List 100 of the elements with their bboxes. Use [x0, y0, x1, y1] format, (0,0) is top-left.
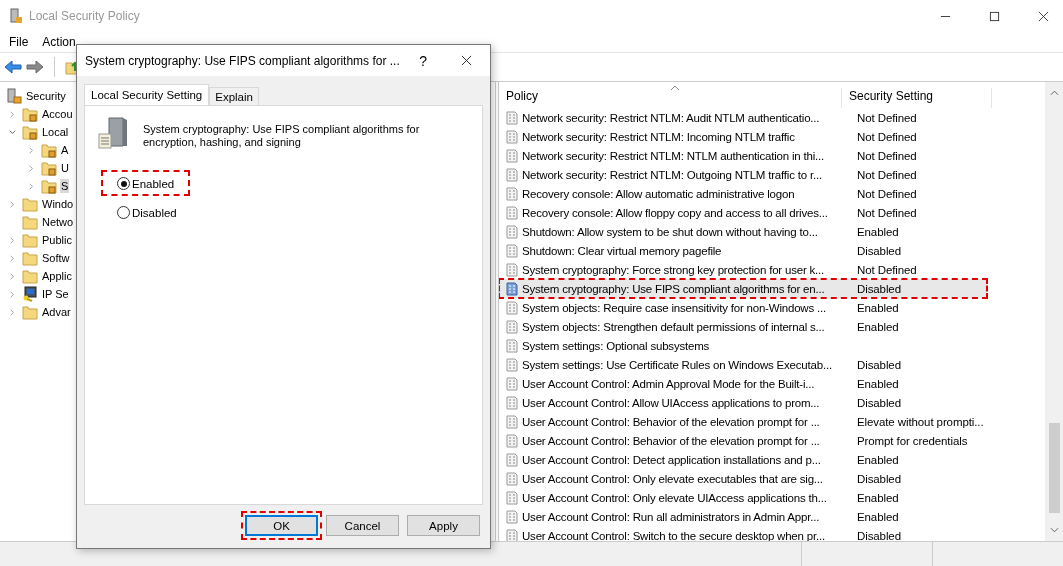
dialog-button[interactable]: OK — [245, 515, 318, 536]
tree-item[interactable]: Netwo — [41, 215, 75, 229]
list-row[interactable]: System cryptography: Force strong key protection for user k... Not Defined — [499, 260, 996, 279]
help-button[interactable]: ? — [415, 52, 431, 69]
tab[interactable]: Local Security Setting — [84, 84, 210, 105]
policy-icon — [505, 167, 519, 182]
policy-icon — [505, 490, 519, 505]
list-row[interactable]: System settings: Optional subsystems — [499, 336, 996, 355]
setting-cell-text: Enabled — [856, 510, 899, 523]
policy-icon — [505, 338, 519, 353]
expand-chevron-icon[interactable] — [8, 199, 17, 209]
radio-button[interactable] — [117, 177, 130, 190]
forward-arrow-icon[interactable] — [26, 59, 44, 75]
setting-cell-text: Not Defined — [856, 263, 917, 276]
expand-chevron-icon[interactable] — [8, 235, 17, 245]
policy-icon — [505, 395, 519, 410]
tree-item[interactable]: S — [60, 179, 70, 193]
list-row[interactable]: System objects: Strengthen default permissions of internal s... Enabled — [499, 317, 996, 336]
list-row[interactable]: Recovery console: Allow floppy copy and access to all drives... Not Defined — [499, 203, 996, 222]
back-arrow-icon[interactable] — [4, 59, 22, 75]
policy-icon — [505, 376, 519, 391]
list-row[interactable]: User Account Control: Run all administrators in Admin Appr... Enabled — [499, 507, 996, 526]
list-row[interactable]: Network security: Restrict NTLM: Incoming NTLM traffic Not Defined — [499, 127, 996, 146]
list-row[interactable]: User Account Control: Behavior of the elevation prompt for ... Elevate without prompti... — [499, 412, 996, 431]
expand-chevron-icon[interactable] — [8, 253, 17, 263]
policy-cell-text: User Account Control: Behavior of the elevation prompt for ... — [522, 415, 821, 428]
expand-chevron-icon[interactable] — [27, 145, 36, 155]
policy-icon — [505, 205, 519, 220]
folder-icon — [22, 232, 38, 248]
menu-item[interactable]: File — [2, 35, 36, 49]
dialog-button[interactable]: Cancel — [326, 515, 399, 536]
policy-cell-text: User Account Control: Only elevate UIAccess applications th... — [522, 491, 828, 504]
list-row[interactable]: Network security: Restrict NTLM: Outgoing NTLM traffic to r... Not Defined — [499, 165, 996, 184]
scroll-thumb[interactable] — [1048, 423, 1060, 513]
expand-chevron-icon[interactable] — [27, 181, 36, 191]
tree-item[interactable]: Public — [41, 233, 73, 247]
list-row[interactable]: Network security: Restrict NTLM: NTLM authentication in thi... Not Defined — [499, 146, 996, 165]
tree-item[interactable]: Accou — [41, 107, 74, 121]
expand-chevron-icon[interactable] — [8, 271, 17, 281]
policy-cell-text: Shutdown: Allow system to be shut down without having to... — [522, 225, 819, 238]
radio-button[interactable] — [117, 206, 130, 219]
expand-chevron-icon[interactable] — [8, 307, 17, 317]
list-row[interactable]: System cryptography: Use FIPS compliant algorithms for en... Disabled — [499, 279, 987, 298]
expand-chevron-icon[interactable] — [27, 163, 36, 173]
setting-cell-text: Not Defined — [856, 206, 917, 219]
tree-item[interactable]: Advar — [41, 305, 72, 319]
column-header[interactable]: Security Setting — [842, 88, 992, 108]
maximize-icon[interactable] — [989, 10, 1000, 22]
list-row[interactable]: System settings: Use Certificate Rules on Windows Executab... Disabled — [499, 355, 996, 374]
tree-item[interactable]: Applic — [41, 269, 73, 283]
policy-cell-text: System settings: Use Certificate Rules on Windows Executab... — [522, 358, 833, 371]
list-row[interactable]: User Account Control: Allow UIAccess applications to prom... Disabled — [499, 393, 996, 412]
collapse-chevron-icon[interactable] — [8, 127, 17, 137]
policy-description: System cryptography: Use FIPS compliant algorithms for encryption, hashing, and signing — [143, 122, 421, 149]
tab[interactable]: Explain — [209, 87, 259, 105]
close-icon[interactable] — [1038, 10, 1049, 22]
expand-chevron-icon[interactable] — [8, 109, 17, 119]
radio-option[interactable]: Enabled — [117, 177, 175, 190]
locked-folder-icon — [41, 142, 57, 158]
list-row[interactable]: User Account Control: Behavior of the elevation prompt for ... Prompt for credentials — [499, 431, 996, 450]
list-row[interactable]: User Account Control: Switch to the secure desktop when pr... Disabled — [499, 526, 996, 541]
setting-cell-text: Enabled — [856, 491, 899, 504]
tree-item[interactable]: IP Se — [41, 287, 70, 301]
setting-cell-text: Disabled — [856, 244, 901, 257]
list-row[interactable]: Network security: Restrict NTLM: Audit NTLM authenticatio... Not Defined — [499, 108, 996, 127]
tree-item[interactable]: Softw — [41, 251, 71, 265]
list-row[interactable]: System objects: Require case insensitivity for non-Windows ... Enabled — [499, 298, 996, 317]
dialog-button[interactable]: Apply — [407, 515, 480, 536]
list-row[interactable]: Recovery console: Allow automatic administrative logon Not Defined — [499, 184, 996, 203]
vertical-scrollbar[interactable] — [1045, 82, 1063, 541]
list-row[interactable]: Shutdown: Clear virtual memory pagefile Disabled — [499, 241, 996, 260]
expand-chevron-icon[interactable] — [8, 289, 17, 299]
close-icon[interactable] — [461, 55, 472, 66]
policy-cell-text: System cryptography: Force strong key protection for user k... — [522, 263, 826, 276]
setting-cell-text: Disabled — [856, 529, 901, 541]
scroll-up-icon[interactable] — [1049, 90, 1059, 96]
list-row[interactable]: User Account Control: Detect application installations and p... Enabled — [499, 450, 996, 469]
setting-cell-text: Not Defined — [856, 149, 917, 162]
tree-item[interactable]: A — [60, 143, 70, 157]
setting-cell-text: Disabled — [856, 282, 901, 295]
folder-icon — [22, 250, 38, 266]
app-icon — [8, 8, 24, 24]
tree-item[interactable]: Local — [41, 125, 70, 139]
policy-cell-text: Recovery console: Allow automatic administrative logon — [522, 187, 796, 200]
dialog-title: System cryptography: Use FIPS compliant algorithms for ... — [85, 53, 400, 68]
setting-cell-text: Enabled — [856, 301, 899, 314]
list-row[interactable]: User Account Control: Only elevate UIAccess applications th... Enabled — [499, 488, 996, 507]
radio-option[interactable]: Disabled — [117, 206, 177, 219]
list-row[interactable]: Shutdown: Allow system to be shut down without having to... Enabled — [499, 222, 996, 241]
policy-icon — [505, 319, 519, 334]
setting-cell-text: Disabled — [856, 358, 901, 371]
tree-item[interactable]: Windo — [41, 197, 75, 211]
tree-item[interactable]: U — [60, 161, 70, 175]
policy-cell-text: User Account Control: Behavior of the elevation prompt for ... — [522, 434, 821, 447]
list-row[interactable]: User Account Control: Only elevate executables that are sig... Disabled — [499, 469, 996, 488]
list-row[interactable]: User Account Control: Admin Approval Mode for the Built-i... Enabled — [499, 374, 996, 393]
menu-item[interactable]: Action — [35, 35, 83, 49]
scroll-down-icon[interactable] — [1049, 527, 1059, 533]
column-header[interactable]: Policy — [499, 88, 842, 108]
tree-item[interactable]: Security — [25, 89, 67, 103]
